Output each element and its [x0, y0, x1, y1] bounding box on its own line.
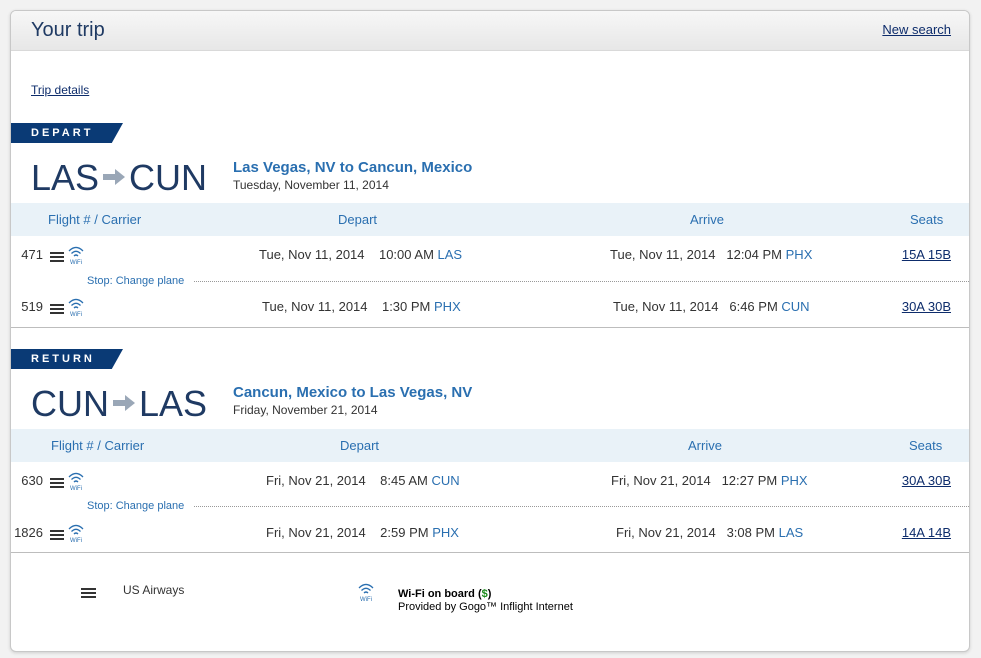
- return-route-title: Cancun, Mexico to Las Vegas, NV: [233, 384, 473, 401]
- svg-text:WiFi: WiFi: [360, 597, 372, 603]
- return-badge: RETURN: [11, 349, 123, 369]
- card-header: Your trip New search: [11, 11, 969, 51]
- flight-row: 630 WiFi Fri, Nov 21, 2014 8:45 AM CUN F…: [11, 472, 969, 493]
- stop-label: Stop: Change plane: [87, 275, 185, 287]
- stop-divider: [194, 506, 969, 507]
- depart-datetime: Tue, Nov 11, 2014 1:30 PM PHX: [262, 299, 461, 314]
- col-arrive: Arrive: [688, 438, 722, 453]
- return-route-codes: CUN LAS: [31, 383, 207, 425]
- seats-link[interactable]: 30A 30B: [902, 473, 951, 488]
- svg-text:WiFi: WiFi: [70, 312, 82, 318]
- flight-number: 630: [21, 473, 43, 488]
- depart-route-codes: LAS CUN: [31, 157, 207, 199]
- col-seats: Seats: [909, 438, 943, 453]
- arrive-datetime: Tue, Nov 11, 2014 6:46 PM CUN: [613, 299, 810, 314]
- col-depart: Depart: [340, 438, 380, 453]
- depart-column-headers: Flight # / Carrier Depart Arrive Seats: [11, 203, 969, 236]
- us-airways-logo-icon: [81, 588, 96, 598]
- legend-wifi-provider: Provided by Gogo™ Inflight Internet: [398, 601, 573, 613]
- us-airways-logo-icon: [50, 478, 64, 488]
- col-depart: Depart: [338, 212, 378, 227]
- flight-number: 471: [21, 247, 43, 262]
- col-arrive: Arrive: [690, 212, 724, 227]
- col-flight-carrier: Flight # / Carrier: [48, 212, 142, 227]
- us-airways-logo-icon: [50, 304, 64, 314]
- arrive-datetime: Tue, Nov 11, 2014 12:04 PM PHX: [610, 247, 813, 262]
- depart-datetime: Fri, Nov 21, 2014 2:59 PM PHX: [266, 525, 459, 540]
- depart-route-title: Las Vegas, NV to Cancun, Mexico: [233, 159, 473, 176]
- section-divider: [11, 327, 969, 328]
- arrow-right-icon: [113, 395, 135, 412]
- us-airways-logo-icon: [50, 530, 64, 540]
- flight-number: 1826: [14, 525, 43, 540]
- seats-link[interactable]: 15A 15B: [902, 247, 951, 262]
- origin-code: CUN: [31, 383, 109, 424]
- section-divider: [11, 552, 969, 553]
- stop-label: Stop: Change plane: [87, 500, 185, 512]
- depart-datetime: Fri, Nov 21, 2014 8:45 AM CUN: [266, 473, 460, 488]
- us-airways-logo-icon: [50, 252, 64, 262]
- new-search-link[interactable]: New search: [882, 22, 951, 37]
- col-flight-carrier: Flight # / Carrier: [51, 438, 145, 453]
- stop-divider: [194, 281, 969, 282]
- flight-number: 519: [21, 299, 43, 314]
- col-seats: Seats: [910, 212, 944, 227]
- legend-airline-name: US Airways: [123, 583, 185, 597]
- depart-badge: DEPART: [11, 123, 123, 143]
- wifi-icon: WiFi: [68, 298, 84, 318]
- seats-link[interactable]: 14A 14B: [902, 525, 951, 540]
- wifi-icon: WiFi: [68, 472, 84, 492]
- svg-text:WiFi: WiFi: [70, 538, 82, 544]
- flight-row: 519 WiFi Tue, Nov 11, 2014 1:30 PM PHX T…: [11, 298, 969, 319]
- legend-wifi-title: Wi-Fi on board ($): [398, 588, 492, 600]
- destination-code: LAS: [139, 383, 208, 424]
- origin-code: LAS: [31, 157, 100, 198]
- svg-text:WiFi: WiFi: [70, 260, 82, 266]
- depart-route-date: Tuesday, November 11, 2014: [233, 178, 389, 192]
- arrive-datetime: Fri, Nov 21, 2014 3:08 PM LAS: [616, 525, 804, 540]
- wifi-icon: WiFi: [68, 246, 84, 266]
- svg-text:WiFi: WiFi: [70, 486, 82, 492]
- trip-details-link[interactable]: Trip details: [31, 83, 89, 97]
- return-route-date: Friday, November 21, 2014: [233, 403, 378, 417]
- arrow-right-icon: [103, 169, 126, 186]
- arrive-datetime: Fri, Nov 21, 2014 12:27 PM PHX: [611, 473, 808, 488]
- wifi-icon: WiFi: [358, 583, 374, 603]
- return-column-headers: Flight # / Carrier Depart Arrive Seats: [11, 429, 969, 462]
- page-title: Your trip: [31, 19, 105, 41]
- flight-row: 1826 WiFi Fri, Nov 21, 2014 2:59 PM PHX …: [11, 524, 969, 545]
- flight-row: 471 WiFi Tue, Nov 11, 2014 10:00 AM LAS …: [11, 246, 969, 267]
- trip-card: Your trip New search Trip details DEPART…: [10, 10, 970, 652]
- seats-link[interactable]: 30A 30B: [902, 299, 951, 314]
- wifi-icon: WiFi: [68, 524, 84, 544]
- depart-datetime: Tue, Nov 11, 2014 10:00 AM LAS: [259, 247, 463, 262]
- destination-code: CUN: [129, 157, 208, 198]
